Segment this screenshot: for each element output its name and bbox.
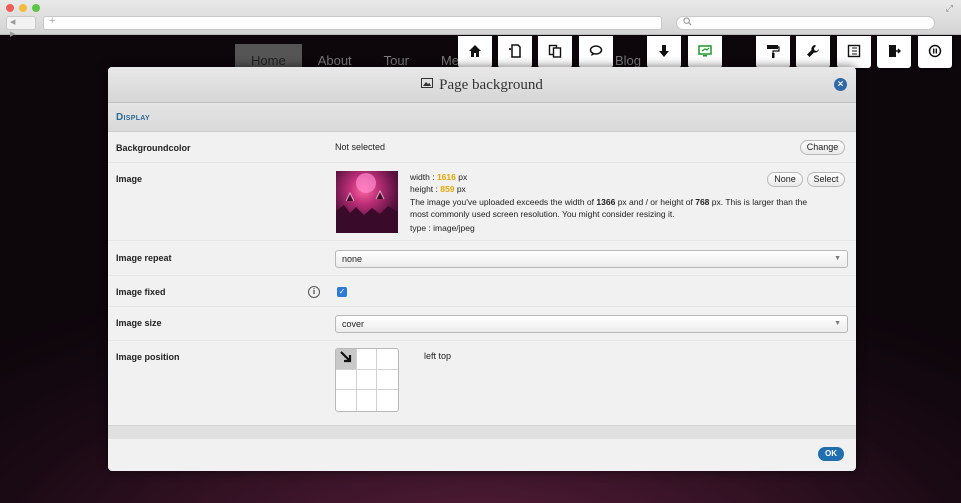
label-image-repeat: Image repeat: [116, 253, 172, 263]
exit-icon: [887, 44, 901, 61]
position-cell-left-center[interactable]: [336, 369, 357, 391]
image-width-value: 1616: [436, 172, 456, 182]
dialog-title: Page background: [421, 77, 543, 93]
search-icon: [683, 17, 692, 28]
copy-pages-button[interactable]: [538, 36, 572, 68]
position-cell-center-center[interactable]: [356, 369, 378, 391]
ok-button[interactable]: OK: [818, 447, 844, 461]
preview-button[interactable]: [688, 36, 722, 68]
close-icon[interactable]: ×: [834, 78, 847, 91]
monitor-icon: [698, 44, 712, 61]
paint-roller-icon: [766, 44, 780, 61]
download-icon: [657, 44, 671, 61]
position-cell-left-top[interactable]: [336, 349, 357, 370]
comments-button[interactable]: [579, 36, 613, 68]
wrench-icon: [806, 44, 820, 61]
fullscreen-icon[interactable]: ⤢: [946, 3, 953, 14]
label-image-position: Image position: [116, 352, 180, 362]
arrow-down-right-icon: [340, 351, 352, 366]
logout-button[interactable]: [877, 36, 911, 68]
label-backgroundcolor: Backgroundcolor: [116, 143, 191, 153]
image-repeat-value: none: [342, 254, 363, 264]
search-field[interactable]: [676, 16, 935, 30]
row-image-repeat: Image repeat none ▼: [108, 241, 856, 276]
row-image-fixed: Image fixed i ✓: [108, 276, 856, 307]
change-button[interactable]: Change: [800, 140, 845, 155]
home-icon: [468, 44, 482, 61]
none-button[interactable]: None: [767, 172, 803, 187]
position-cell-right-center[interactable]: [377, 370, 398, 391]
chevron-down-icon: ▼: [834, 320, 841, 327]
address-bar[interactable]: +: [43, 15, 662, 30]
power-button[interactable]: [918, 36, 952, 68]
position-cell-center-bottom[interactable]: [357, 390, 378, 411]
label-image: Image: [116, 174, 143, 184]
image-size-value: cover: [342, 319, 365, 329]
back-forward-buttons[interactable]: ◀ ▶: [6, 16, 36, 38]
position-grid: [335, 348, 399, 412]
dialog-footer-divider: [108, 425, 856, 439]
image-width-line: width : 1616 px: [410, 172, 468, 182]
image-position-value: left top: [424, 351, 452, 361]
page-add-icon: [508, 43, 522, 61]
new-tab-symbol: +: [49, 15, 56, 27]
image-repeat-select[interactable]: none ▼: [335, 250, 848, 268]
pages-copy-icon: [548, 44, 562, 61]
backgroundcolor-value: Not selected: [335, 142, 386, 152]
image-type: type : image/jpeg: [410, 223, 475, 233]
add-page-button[interactable]: [498, 36, 532, 68]
section-title: Display: [116, 112, 150, 123]
row-image-size: Image size cover ▼: [108, 307, 856, 341]
dialog-header: Page background ×: [108, 67, 856, 103]
browser-chrome: ⤢ ◀ ▶ +: [0, 0, 961, 38]
home-button[interactable]: [458, 36, 492, 68]
background-image-thumbnail: [336, 171, 398, 233]
minimize-window-dot[interactable]: [19, 4, 27, 12]
image-size-select[interactable]: cover ▼: [335, 315, 848, 333]
row-image-position: Image position left top: [108, 341, 856, 425]
image-fixed-checkbox[interactable]: ✓: [337, 287, 347, 297]
info-icon[interactable]: i: [308, 286, 320, 298]
power-icon: [928, 44, 942, 61]
position-cell-center-top[interactable]: [356, 349, 378, 370]
page-background-dialog: Page background × Display Backgroundcolo…: [108, 67, 856, 471]
close-window-dot[interactable]: [6, 4, 14, 12]
image-icon: [421, 67, 434, 102]
label-image-fixed: Image fixed: [116, 287, 166, 297]
select-button[interactable]: Select: [807, 172, 845, 187]
image-height-line: height : 859 px: [410, 184, 466, 194]
settings-button[interactable]: [796, 36, 830, 68]
dialog-title-text: Page background: [439, 77, 543, 93]
layout-icon: [847, 44, 861, 61]
label-image-size: Image size: [116, 318, 162, 328]
design-button[interactable]: [756, 36, 790, 68]
image-size-warning: The image you've uploaded exceeds the wi…: [410, 197, 808, 207]
layout-button[interactable]: [837, 36, 871, 68]
chevron-down-icon: ▼: [834, 255, 841, 262]
download-button[interactable]: [647, 36, 681, 68]
maximize-window-dot[interactable]: [32, 4, 40, 12]
chat-icon: [589, 44, 603, 61]
row-backgroundcolor: Backgroundcolor Not selected Change: [108, 133, 856, 163]
position-cell-right-bottom[interactable]: [377, 390, 398, 411]
image-size-warning-line2: most commonly used screen resolution. Yo…: [410, 209, 675, 219]
position-cell-right-top[interactable]: [377, 349, 398, 370]
image-height-value: 859: [440, 184, 455, 194]
section-header-display: Display: [108, 103, 856, 132]
position-cell-left-bottom[interactable]: [336, 390, 357, 411]
